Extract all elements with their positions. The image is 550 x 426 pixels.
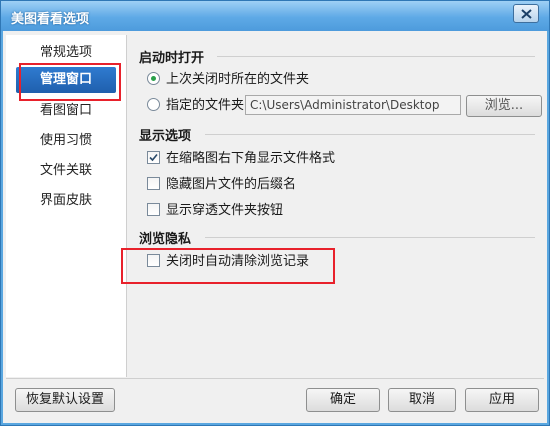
group-divider [205,134,535,135]
close-icon [521,9,532,19]
checkbox-label: 在缩略图右下角显示文件格式 [166,151,336,166]
radio-label: 指定的文件夹 [166,98,245,113]
close-button[interactable] [513,4,539,23]
checkbox-label: 显示穿透文件夹按钮 [166,203,284,218]
checkbox-indicator[interactable] [147,203,160,216]
radio-indicator[interactable] [147,98,160,111]
ok-button[interactable]: 确定 [306,388,380,412]
footer-divider [6,378,544,379]
sidebar-item-file-assoc[interactable]: 文件关联 [12,157,120,185]
group-divider [205,237,535,238]
highlight-frame-sidebar [19,63,121,101]
radio-label: 上次关闭时所在的文件夹 [166,72,310,87]
options-dialog: 美图看看选项 常规选项 管理窗口 看图窗口 使用习惯 文件关联 界面皮肤 启动时… [0,0,550,426]
radio-indicator[interactable] [147,72,160,85]
title-bar[interactable]: 美图看看选项 [1,1,549,31]
checkbox-indicator[interactable] [147,177,160,190]
dialog-body: 常规选项 管理窗口 看图窗口 使用习惯 文件关联 界面皮肤 启动时打开 上次关闭… [3,31,547,423]
group-title-display: 显示选项 [139,129,192,144]
group-divider [217,56,535,57]
checkbox-label: 隐藏图片文件的后缀名 [166,177,297,192]
window-title: 美图看看选项 [11,12,90,27]
cancel-button[interactable]: 取消 [388,388,456,412]
group-title-startup: 启动时打开 [139,51,205,66]
sidebar-item-view-window[interactable]: 看图窗口 [12,97,120,125]
sidebar-item-skin[interactable]: 界面皮肤 [12,187,120,215]
highlight-frame-privacy [121,248,335,284]
restore-defaults-button[interactable]: 恢复默认设置 [15,388,115,412]
folder-path-input[interactable]: C:\Users\Administrator\Desktop [245,95,461,115]
checkbox-show-through-button[interactable]: 显示穿透文件夹按钮 [147,202,283,220]
radio-last-folder[interactable]: 上次关闭时所在的文件夹 [147,71,309,89]
apply-button[interactable]: 应用 [465,388,539,412]
browse-button[interactable]: 浏览... [466,95,542,117]
settings-panel: 启动时打开 上次关闭时所在的文件夹 指定的文件夹 C:\Users\Admini… [127,35,545,377]
sidebar-item-habits[interactable]: 使用习惯 [12,127,120,155]
group-title-privacy: 浏览隐私 [139,232,192,247]
checkmark-icon [149,153,158,162]
checkbox-indicator[interactable] [147,151,160,164]
checkbox-hide-extension[interactable]: 隐藏图片文件的后缀名 [147,176,296,194]
checkbox-show-format[interactable]: 在缩略图右下角显示文件格式 [147,150,335,168]
radio-specified-folder[interactable]: 指定的文件夹 [147,97,244,115]
